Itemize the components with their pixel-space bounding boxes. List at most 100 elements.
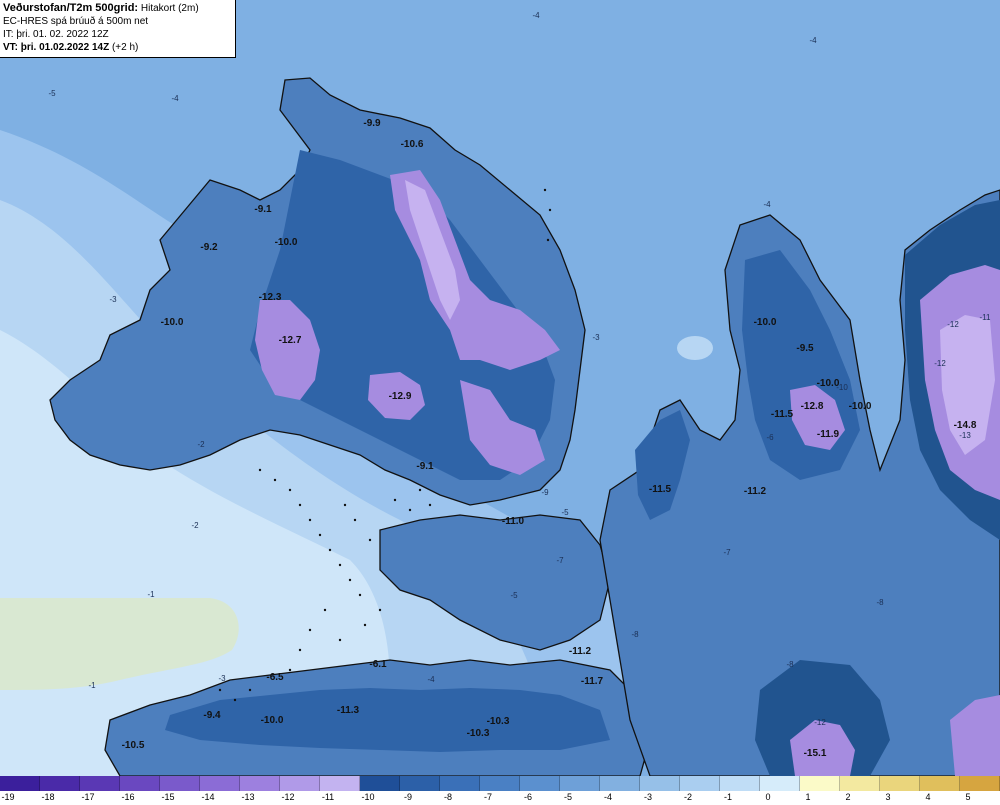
contour-label: -12 — [814, 718, 826, 727]
legend-tick: 0 — [765, 792, 771, 802]
contour-label: -3 — [592, 333, 600, 342]
contour-label: -5 — [48, 89, 56, 98]
temperature-label: -11.5 — [649, 484, 672, 495]
legend-tick: -6 — [523, 792, 533, 802]
temperature-label: -11.5 — [771, 409, 794, 420]
contour-label: -12 — [947, 320, 959, 329]
temperature-label: -6.5 — [266, 672, 284, 683]
legend-tick: -16 — [121, 792, 135, 802]
temperature-map[interactable]: -5 -4 -4 -4 -4 -3 -3 -2 -2 -1 -1 -3 -4 -5 -5 -7 -8 -8 -6 -1… — [0, 0, 1000, 776]
temperature-label: -10.0 — [849, 401, 872, 412]
legend-color-bar — [0, 776, 1000, 791]
legend-swatch — [400, 776, 440, 791]
legend-swatch — [560, 776, 600, 791]
legend-swatch — [600, 776, 640, 791]
temperature-label: -10.3 — [487, 716, 510, 727]
temperature-label: -12.9 — [389, 391, 412, 402]
map-canvas: -5 -4 -4 -4 -4 -3 -3 -2 -2 -1 -1 -3 -4 -5 -5 -7 -8 -8 -6 -1… — [0, 0, 1000, 776]
legend-swatch — [0, 776, 40, 791]
map-subtitle: Hitakort (2m) — [140, 3, 199, 14]
legend-swatch — [840, 776, 880, 791]
temperature-label: -10.0 — [161, 317, 184, 328]
temperature-label: -12.3 — [259, 292, 282, 303]
legend-swatch — [80, 776, 120, 791]
temperature-label: -12.7 — [279, 335, 302, 346]
contour-label: -12 — [934, 359, 946, 368]
contour-label: -6 — [766, 433, 774, 442]
legend-tick: -5 — [563, 792, 573, 802]
legend-tick: 5 — [965, 792, 971, 802]
contour-label: -4 — [763, 200, 771, 209]
legend-swatch — [40, 776, 80, 791]
contour-label: -3 — [218, 674, 226, 683]
map-header: Veðurstofan/T2m 500grid: Hitakort (2m) E… — [0, 0, 236, 58]
legend-swatch — [760, 776, 800, 791]
legend-tick: 1 — [805, 792, 811, 802]
contour-label: -5 — [561, 508, 569, 517]
temperature-label: -9.4 — [203, 710, 221, 721]
temperature-label: -10.3 — [467, 728, 490, 739]
legend-swatch — [960, 776, 1000, 791]
legend-tick: -1 — [723, 792, 733, 802]
legend-tick: -4 — [603, 792, 613, 802]
legend-swatch — [280, 776, 320, 791]
legend-tick: -19 — [1, 792, 15, 802]
model-info: EC-HRES spá brúuð á 500m net — [3, 16, 149, 27]
contour-label: -3 — [109, 295, 117, 304]
legend-swatch — [480, 776, 520, 791]
legend-tick: -18 — [41, 792, 55, 802]
contour-label: -7 — [723, 548, 731, 557]
temperature-label: -11.9 — [817, 429, 840, 440]
title-row: Veðurstofan/T2m 500grid: Hitakort (2m) — [3, 2, 232, 15]
legend-tick: 2 — [845, 792, 851, 802]
temperature-label: -9.5 — [796, 343, 814, 354]
contour-label: -2 — [191, 521, 199, 530]
legend-tick: -10 — [361, 792, 375, 802]
sea-patch-east — [677, 336, 713, 360]
legend-tick: -12 — [281, 792, 295, 802]
temperature-label: -12.8 — [801, 401, 824, 412]
contour-label: -7 — [556, 556, 564, 565]
legend-swatch — [520, 776, 560, 791]
contour-label: -13 — [959, 431, 971, 440]
contour-label: -5 — [510, 591, 518, 600]
temperature-label: -6.1 — [369, 659, 387, 670]
contour-label: -11 — [980, 313, 992, 322]
color-legend: -19 -18 -17 -16 -15 -14 -13 -12 -11 -10 -9 -8 -7 -6 -5… — [0, 776, 1000, 805]
contour-label: -8 — [876, 598, 884, 607]
temperature-label: -10.0 — [754, 317, 777, 328]
contour-label: -9 — [541, 488, 549, 497]
temperature-label: -11.2 — [569, 646, 592, 657]
legend-tick-labels: -19 -18 -17 -16 -15 -14 -13 -12 -11 -10 -9 -8 -7 -6 -5… — [0, 792, 1000, 805]
contour-label: -1 — [88, 681, 96, 690]
contour-label: -8 — [786, 660, 794, 669]
legend-swatch — [200, 776, 240, 791]
temperature-label: -10.5 — [122, 740, 145, 751]
legend-tick: -3 — [643, 792, 653, 802]
temperature-label: -10.0 — [817, 378, 840, 389]
legend-swatch — [800, 776, 840, 791]
legend-swatch — [320, 776, 360, 791]
contour-label: -4 — [809, 36, 817, 45]
legend-swatch — [360, 776, 400, 791]
valid-time-row: VT: þri. 01.02.2022 14Z (+2 h) — [3, 41, 232, 54]
contour-label: -4 — [427, 675, 435, 684]
legend-tick: -9 — [403, 792, 413, 802]
legend-swatch — [920, 776, 960, 791]
temperature-label: -11.7 — [581, 676, 604, 687]
legend-swatch — [640, 776, 680, 791]
temperature-label: -15.1 — [804, 748, 827, 759]
temperature-label: -14.8 — [954, 420, 977, 431]
temperature-label: -9.9 — [363, 118, 381, 129]
temperature-label: -11.2 — [744, 486, 767, 497]
temperature-label: -9.2 — [200, 242, 218, 253]
legend-swatch — [240, 776, 280, 791]
temperature-label: -9.1 — [254, 204, 272, 215]
legend-tick: -13 — [241, 792, 255, 802]
legend-tick: -15 — [161, 792, 175, 802]
temperature-label: -11.3 — [337, 705, 360, 716]
contour-label: -2 — [197, 440, 205, 449]
temperature-label: -11.0 — [502, 516, 525, 527]
temperature-label: -10.6 — [401, 139, 424, 150]
legend-tick: -14 — [201, 792, 215, 802]
